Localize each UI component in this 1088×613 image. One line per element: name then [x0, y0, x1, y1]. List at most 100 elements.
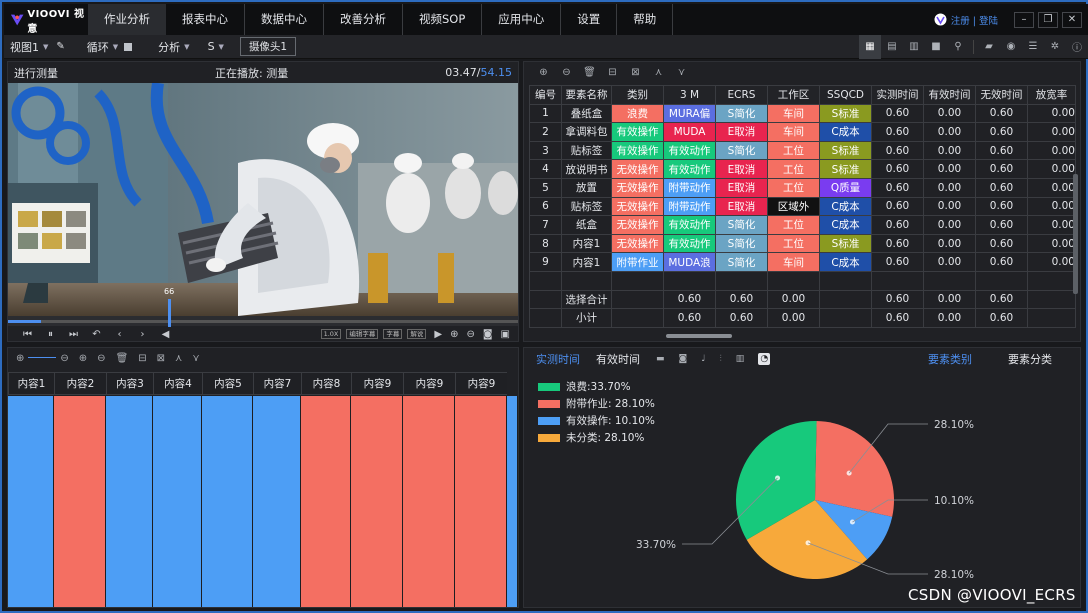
timeline-cell-label[interactable]: 内容7 [253, 372, 301, 395]
user-avatar-icon[interactable] [934, 13, 947, 26]
table-cell-t4[interactable]: 0.00 [1027, 177, 1076, 198]
timeline-segment[interactable] [351, 396, 403, 607]
table-cell-t4[interactable]: 0.00 [1027, 233, 1076, 254]
table-cell-t4[interactable]: 0.00 [1027, 215, 1076, 235]
table-row[interactable]: 8 内容1 无效操作 有效动作 S简化 工位 S标准 0.60 0.00 0.60 0.00 [529, 233, 1076, 254]
table-cell-area[interactable]: 车间 [767, 103, 820, 124]
loop-select[interactable]: 循环 ▼ [81, 35, 138, 59]
table-cell-area[interactable]: 工位 [767, 215, 820, 235]
table-cell-t4[interactable]: 0.00 [1027, 159, 1076, 179]
table-header-cell[interactable]: 实测时间 [871, 85, 924, 105]
table-cell-area[interactable]: 车间 [767, 122, 820, 142]
table-row[interactable]: 5 放置 无效操作 附带动作 E取消 工位 Q质量 0.60 0.00 0.60 0.00 [529, 177, 1076, 198]
table-header-cell[interactable]: 要素名称 [561, 85, 612, 105]
zoom-in-icon[interactable]: ⊕ ⊖ [16, 353, 69, 364]
nav-item-0[interactable]: 作业分析 [88, 4, 166, 35]
table-row[interactable]: 7 纸盒 无效操作 有效动作 S简化 工位 C成本 0.60 0.00 0.60 0.00 [529, 215, 1076, 235]
table-row[interactable]: 3 贴标签 有效操作 有效动作 S简化 工位 S标准 0.60 0.00 0.60 0.00 [529, 140, 1076, 161]
vertical-scrollbar[interactable] [1073, 174, 1078, 294]
timeline-cell-label[interactable]: 内容5 [202, 372, 253, 395]
table-cell-name[interactable]: 叠纸盒 [561, 103, 612, 124]
zoom-out-icon[interactable]: ⊖ [466, 329, 474, 340]
video-progress-bar[interactable]: 66 [8, 287, 518, 327]
table-cell-t4[interactable]: 0.00 [1027, 140, 1076, 161]
subtitle-chip[interactable]: 字幕 [383, 329, 403, 339]
table-cell-t2[interactable]: 0.00 [923, 252, 976, 272]
speed-chip[interactable]: 1.0X [320, 329, 342, 339]
table-cell-t4[interactable]: 0.00 [1027, 196, 1076, 217]
trash-icon[interactable]: 🗑 [578, 67, 601, 78]
table-cell-ecrs[interactable]: E取消 [715, 122, 768, 142]
table-cell-ecrs[interactable]: E取消 [715, 177, 768, 198]
table-cell-ssqcd[interactable]: C成本 [819, 196, 872, 217]
table-header-cell[interactable]: 类别 [611, 85, 664, 105]
edit-subtitle-chip[interactable]: 编辑字幕 [346, 329, 379, 339]
zoom-in-icon[interactable]: ⊕ [450, 329, 458, 340]
table-cell-no[interactable]: 3 [529, 140, 562, 161]
horizontal-scrollbar[interactable] [666, 334, 732, 338]
table-row[interactable]: 4 放说明书 无效操作 有效动作 E取消 工位 S标准 0.60 0.00 0.60 0.00 [529, 159, 1076, 179]
skip-end-icon[interactable]: ⏭ [62, 329, 85, 340]
clear-icon[interactable]: ⊠ [624, 67, 647, 78]
pause-icon[interactable]: ⏸ [39, 329, 62, 340]
merge-icon[interactable]: ⋏ [175, 353, 182, 364]
volume-slider[interactable]: 66 [164, 287, 174, 327]
table-cell-t3[interactable]: 0.60 [975, 103, 1028, 124]
timeline-cell-label[interactable]: 内容9 [351, 372, 403, 395]
analysis-select[interactable]: 分析 ▼ [152, 35, 195, 59]
table-cell-m[interactable]: 有效动作 [663, 215, 716, 235]
table-cell-name[interactable]: 放置 [561, 177, 612, 198]
login-register-link[interactable]: 注册 | 登陆 [951, 13, 998, 27]
timeline-cell-label[interactable]: 内容3 [106, 372, 153, 395]
table-cell-t2[interactable]: 0.00 [923, 103, 976, 124]
table-cell-t4[interactable]: 0.00 [1027, 122, 1076, 142]
table-cell-ssqcd[interactable]: C成本 [819, 122, 872, 142]
link-icon[interactable]: ⚲ [947, 35, 969, 59]
table-header-cell[interactable]: 3 M [663, 85, 716, 105]
table-cell-m[interactable]: MUDA [663, 122, 716, 142]
table-cell-no[interactable]: 4 [529, 159, 562, 179]
narration-chip[interactable]: 解说 [407, 329, 427, 339]
nav-item-2[interactable]: 数据中心 [245, 4, 324, 35]
timeline-segment[interactable] [54, 396, 106, 607]
table-cell-area[interactable]: 车间 [767, 252, 820, 272]
table-cell-t1[interactable]: 0.60 [871, 196, 924, 217]
nav-item-6[interactable]: 设置 [561, 4, 618, 35]
table-cell-no[interactable]: 1 [529, 103, 562, 124]
table-cell-area[interactable]: 工位 [767, 159, 820, 179]
minimize-button[interactable]: – [1014, 11, 1034, 28]
table-cell-area[interactable]: 工位 [767, 233, 820, 254]
table-cell-cat[interactable]: 有效操作 [611, 122, 664, 142]
table-cell-ecrs[interactable]: S简化 [715, 233, 768, 254]
table-cell-ecrs[interactable]: S简化 [715, 140, 768, 161]
table-row[interactable]: 1 叠纸盒 浪费 MURA偏 S简化 车间 S标准 0.60 0.00 0.60 0.00 [529, 103, 1076, 124]
table-cell-ssqcd[interactable]: S标准 [819, 233, 872, 254]
volume-icon[interactable]: ◀ [154, 329, 177, 340]
table-header-cell[interactable]: SSQCD [819, 85, 872, 105]
table-cell-t4[interactable]: 0.00 [1027, 252, 1076, 272]
camera-button[interactable]: 摄像头1 [239, 37, 297, 56]
table-cell-m[interactable]: 附带动作 [663, 196, 716, 217]
table-cell-t3[interactable]: 0.60 [975, 233, 1028, 254]
restore-button[interactable]: ❐ [1038, 11, 1058, 28]
gear-icon[interactable]: ✲ [1044, 35, 1066, 59]
timeline-cell-label[interactable]: 内容1 [8, 372, 54, 395]
table-cell-ecrs[interactable]: S简化 [715, 215, 768, 235]
table-header-cell[interactable]: 编号 [529, 85, 562, 105]
table-header-cell[interactable]: ECRS [715, 85, 768, 105]
timeline-cell-label[interactable]: 内容9 [403, 372, 455, 395]
table-cell-t2[interactable]: 0.00 [923, 122, 976, 142]
edit-pen-icon[interactable]: ✎ [56, 41, 64, 52]
nav-item-3[interactable]: 改善分析 [324, 4, 403, 35]
table-cell-t1[interactable]: 0.60 [871, 233, 924, 254]
table-cell-no[interactable]: 5 [529, 177, 562, 198]
timeline-cell-label[interactable]: 内容8 [301, 372, 351, 395]
table-row[interactable]: 9 内容1 附带作业 MUDA浪 S简化 车间 C成本 0.60 0.00 0.60 0.00 [529, 252, 1076, 272]
table-cell-name[interactable]: 放说明书 [561, 159, 612, 179]
table-cell-name[interactable]: 贴标签 [561, 196, 612, 217]
split-icon[interactable]: ⋎ [192, 353, 199, 364]
table-cell-ecrs[interactable]: S简化 [715, 103, 768, 124]
skip-start-icon[interactable]: ⏮ [16, 329, 39, 340]
table-cell-area[interactable]: 工位 [767, 140, 820, 161]
table-header-cell[interactable]: 无效时间 [975, 85, 1028, 105]
